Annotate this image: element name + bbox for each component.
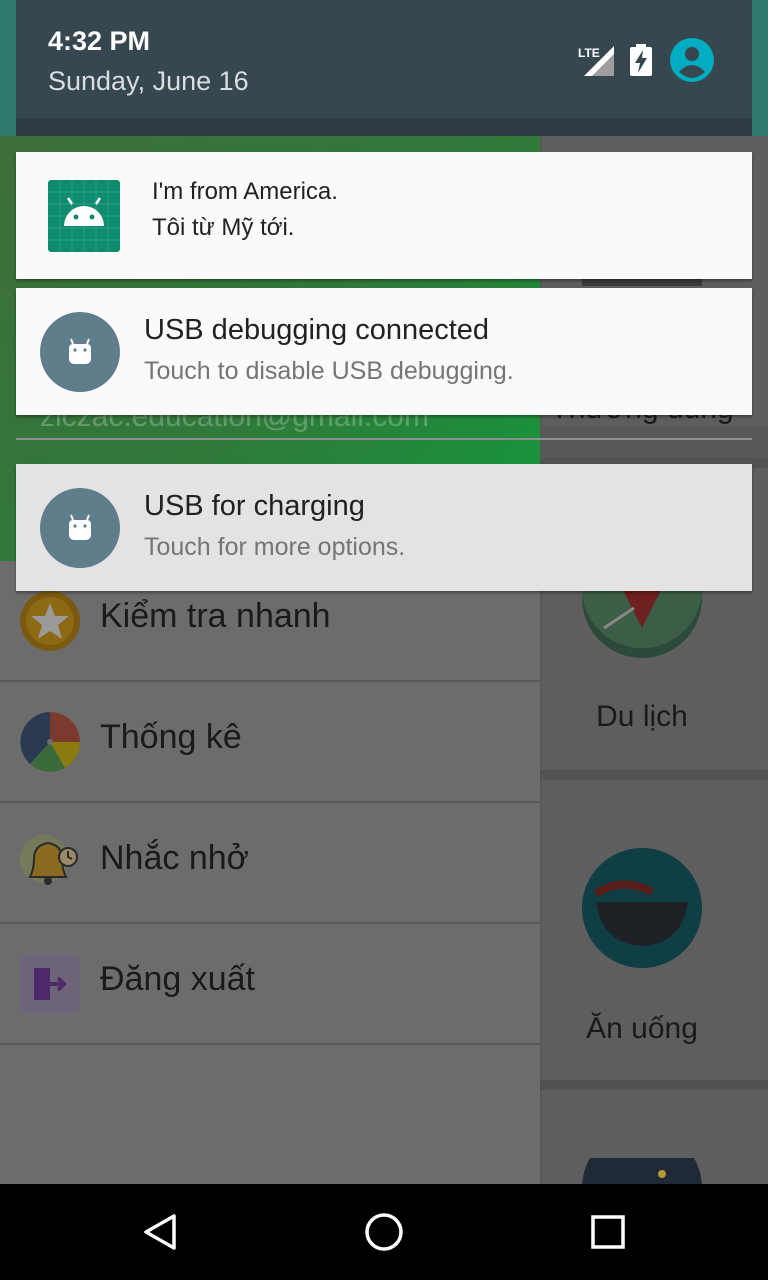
drawer-menu: Kiểm tra nhanh Thống kê Nhắc nhở Đăng xu… [0,561,540,1184]
map-pin-icon [582,588,702,658]
lte-signal-icon: LTE [578,46,614,76]
logout-icon [20,954,80,1014]
category-label-food: Ăn uống [586,1012,698,1045]
notification-app-line1: I'm from America. [152,178,338,205]
menu-label-logout: Đăng xuất [100,960,255,998]
pie-chart-icon [20,712,80,772]
category-label-travel: Du lịch [596,700,688,733]
menu-label-statistics: Thống kê [100,718,242,756]
star-icon [20,591,80,651]
notification-title: USB for charging [144,490,365,522]
navigation-bar [0,1184,768,1280]
category-card-more[interactable] [542,1090,768,1184]
notification-usb-debugging[interactable]: USB debugging connected Touch to disable… [16,288,752,415]
date-label[interactable]: Sunday, June 16 [48,66,249,97]
notification-app[interactable]: I'm from America. Tôi từ Mỹ tới. [16,152,752,279]
alarm-bell-icon [20,835,78,885]
menu-label-reminder: Nhắc nhở [100,839,249,877]
back-icon[interactable] [140,1212,180,1252]
notification-subtitle: Touch for more options. [144,533,406,561]
notification-usb-charging[interactable]: USB for charging Touch for more options. [16,464,752,591]
category-separator [540,1080,768,1090]
android-robot-icon [40,488,120,568]
network-type-label: LTE [578,46,600,60]
shade-header-bottom [16,118,752,136]
menu-item-statistics[interactable]: Thống kê [0,682,540,803]
menu-item-reminder[interactable]: Nhắc nhở [0,803,540,924]
user-avatar-icon[interactable] [670,38,714,82]
clock-time: 4:32 PM [48,26,151,56]
android-app-icon [48,180,120,252]
android-robot-icon [40,312,120,392]
notification-shade-header: 4:32 PM Sunday, June 16 LTE [16,0,752,118]
recents-icon[interactable] [588,1212,628,1252]
battery-charging-icon [630,44,652,76]
notification-app-line2: Tôi từ Mỹ tới. [152,214,295,241]
notification-title: USB debugging connected [144,314,490,346]
bowl-icon [582,848,702,968]
home-icon[interactable] [364,1212,404,1252]
menu-label-quick-test: Kiểm tra nhanh [100,597,331,635]
category-separator [540,770,768,780]
drawer-divider [16,438,752,440]
category-more-icon [582,1158,702,1184]
menu-item-logout[interactable]: Đăng xuất [0,924,540,1045]
notification-subtitle: Touch to disable USB debugging. [144,357,514,385]
